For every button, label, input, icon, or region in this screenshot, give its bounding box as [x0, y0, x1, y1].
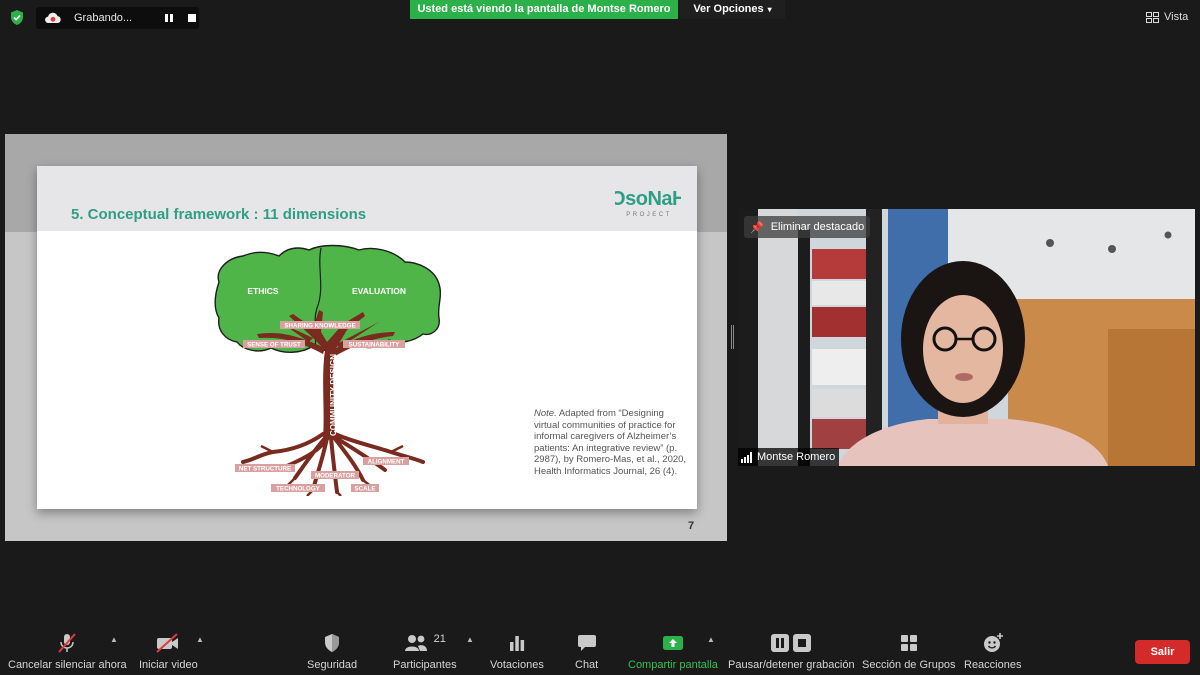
camera-off-icon [156, 633, 179, 653]
split-divider-handle[interactable] [731, 325, 735, 349]
participants-icon [404, 635, 427, 651]
security-button[interactable]: Seguridad [307, 630, 357, 671]
security-label: Seguridad [307, 659, 358, 671]
unpin-label: Eliminar destacado [770, 221, 865, 233]
label-community-design: COMMUNITY DESIGN [329, 354, 338, 436]
polls-button[interactable]: Votaciones [490, 630, 544, 671]
recording-indicator: Grabando... [36, 7, 199, 29]
label-scale: SCALE [355, 486, 376, 493]
participants-label: Participantes [393, 659, 457, 671]
recording-controls-label: Pausar/detener grabación [728, 659, 855, 671]
label-alignment: ALIGNMENT [368, 459, 405, 466]
slide-page-number: 7 [688, 520, 695, 532]
share-options-caret-icon[interactable]: ▲ [707, 635, 715, 644]
view-options-label: Ver Opciones [693, 3, 764, 15]
participants-button[interactable]: 21 Participantes [393, 630, 457, 671]
bar-chart-icon [509, 636, 525, 651]
grid-view-icon [1146, 11, 1159, 23]
start-video-label: Iniciar video [139, 659, 198, 671]
note-text: Adapted from “Designing virtual communit… [534, 408, 687, 477]
video-options-caret-icon[interactable]: ▲ [196, 635, 204, 644]
shared-screen: 5. Conceptual framework : 11 dimensions … [5, 134, 727, 541]
signal-strength-icon [741, 451, 752, 463]
stop-recording-button[interactable] [185, 11, 199, 25]
view-label: Vista [1164, 11, 1189, 23]
start-video-button[interactable]: Iniciar video [139, 630, 198, 671]
chat-bubble-icon [577, 635, 596, 651]
breakout-rooms-button[interactable]: Sección de Grupos [862, 630, 956, 671]
participant-name: Montse Romero [757, 451, 836, 463]
participant-name-tag: Montse Romero [738, 448, 840, 466]
label-net-structure: NET STRUCTURE [239, 466, 291, 473]
participant-video: 📌 Eliminar destacado Montse Romero [738, 209, 1195, 466]
label-evaluation: EVALUATION [352, 286, 406, 296]
recording-label: Grabando... [74, 12, 133, 24]
unmute-label: Cancelar silenciar ahora [8, 659, 127, 671]
pause-recording-button[interactable] [162, 11, 176, 25]
share-screen-label: Compartir pantalla [628, 659, 718, 671]
shield-icon [325, 634, 340, 652]
smiley-icon [983, 633, 1003, 652]
view-options-button[interactable]: Ver Opciones ▾ [680, 0, 785, 19]
meeting-toolbar: Cancelar silenciar ahora ▲ Iniciar video… [0, 626, 1200, 675]
stop-icon [793, 634, 812, 652]
leave-meeting-button[interactable]: Salir [1135, 640, 1190, 664]
chat-button[interactable]: Chat [575, 630, 598, 671]
slide-title: 5. Conceptual framework : 11 dimensions [71, 206, 367, 223]
screen-share-banner: Usted está viendo la pantalla de Montse … [410, 0, 678, 19]
label-technology: TECHNOLOGY [276, 486, 321, 493]
chat-label: Chat [575, 659, 599, 671]
note-label: Note. [534, 408, 557, 419]
participants-count: 21 [433, 633, 446, 645]
microphone-muted-icon [58, 633, 77, 653]
label-moderator: MODERATOR [315, 473, 356, 480]
label-sharing-knowledge: SHARING KNOWLEDGE [284, 323, 355, 330]
chevron-down-icon: ▾ [767, 5, 772, 14]
recording-controls-button[interactable]: Pausar/detener grabación [728, 630, 855, 671]
osonah-logo: OsoNaH PROJECT [615, 188, 681, 218]
tree-diagram: ETHICS EVALUATION SHARING KNOWLEDGE SENS… [214, 244, 441, 496]
label-ethics: ETHICS [247, 286, 279, 296]
audio-options-caret-icon[interactable]: ▲ [110, 635, 118, 644]
participants-caret-icon[interactable]: ▲ [466, 635, 474, 644]
security-shield-icon[interactable] [9, 9, 25, 26]
unpin-button[interactable]: 📌 Eliminar destacado [744, 216, 871, 238]
video-frame [738, 209, 1195, 466]
view-button[interactable]: Vista [1146, 8, 1188, 26]
logo-text: OsoNaH [615, 188, 681, 210]
breakout-rooms-icon [900, 635, 917, 651]
presentation-slide: 5. Conceptual framework : 11 dimensions … [37, 166, 697, 509]
pin-icon: 📌 [750, 221, 764, 234]
label-sense-of-trust: SENSE OF TRUST [247, 342, 301, 349]
breakout-rooms-label: Sección de Grupos [862, 659, 956, 671]
polls-label: Votaciones [490, 659, 544, 671]
share-screen-icon [662, 636, 683, 650]
share-screen-button[interactable]: Compartir pantalla [628, 630, 718, 671]
pause-icon [771, 634, 790, 652]
reactions-label: Reacciones [964, 659, 1022, 671]
label-sustainability: SUSTAINABILITY [349, 342, 401, 349]
cloud-recording-icon [45, 12, 61, 24]
logo-subtext: PROJECT [626, 212, 672, 218]
slide-note: Note. Adapted from “Designing virtual co… [534, 408, 689, 477]
reactions-button[interactable]: Reacciones [964, 630, 1021, 671]
unmute-button[interactable]: Cancelar silenciar ahora [8, 630, 127, 671]
